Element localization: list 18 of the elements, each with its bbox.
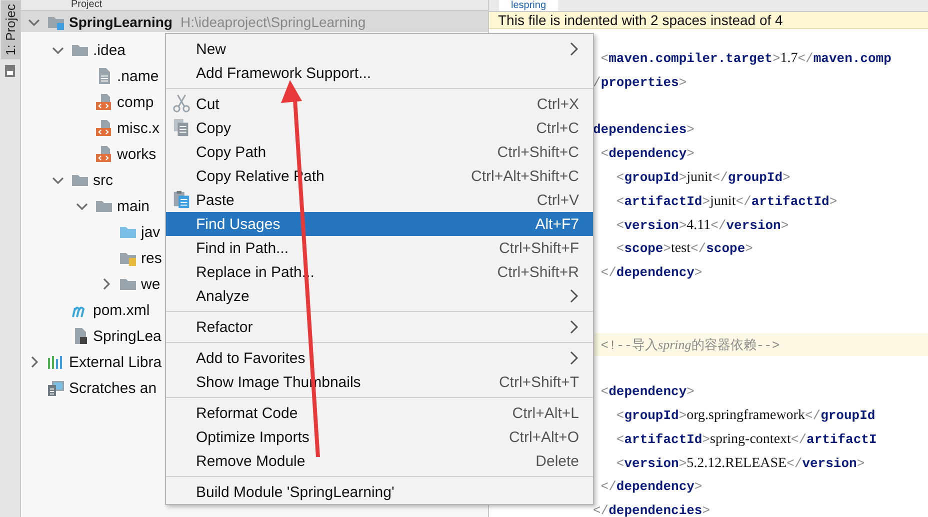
code-line: <version>4.11</version> bbox=[615, 216, 790, 235]
panel-title: Project bbox=[21, 0, 488, 11]
code-comment: <!--导入spring的容器依赖--> bbox=[593, 332, 928, 356]
code-line: </dependency> bbox=[600, 264, 704, 282]
code-line: dependencies> bbox=[593, 121, 696, 140]
code-line: <groupId>org.springframework</groupId bbox=[615, 406, 876, 425]
notification-banner: This file is indented with 2 spaces instead of 4 bbox=[489, 12, 928, 29]
code-line: </dependency> bbox=[600, 478, 704, 496]
code-line: <artifactId>spring-context</artifactI bbox=[615, 430, 878, 449]
code-line: <maven.compiler.target>1.7</maven.comp bbox=[600, 50, 892, 68]
code-line: </dependencies> bbox=[593, 502, 712, 517]
code-line: <groupId>junit</groupId> bbox=[615, 168, 792, 187]
code-line: <dependency> bbox=[600, 145, 696, 164]
code-line: /properties> bbox=[593, 74, 688, 92]
code-line: <dependency> bbox=[600, 383, 696, 402]
code-line: <version>5.2.12.RELEASE</version> bbox=[615, 454, 866, 473]
code-line: <artifactId>junit</artifactId> bbox=[615, 192, 838, 211]
code-line: <scope>test</scope> bbox=[615, 240, 754, 258]
